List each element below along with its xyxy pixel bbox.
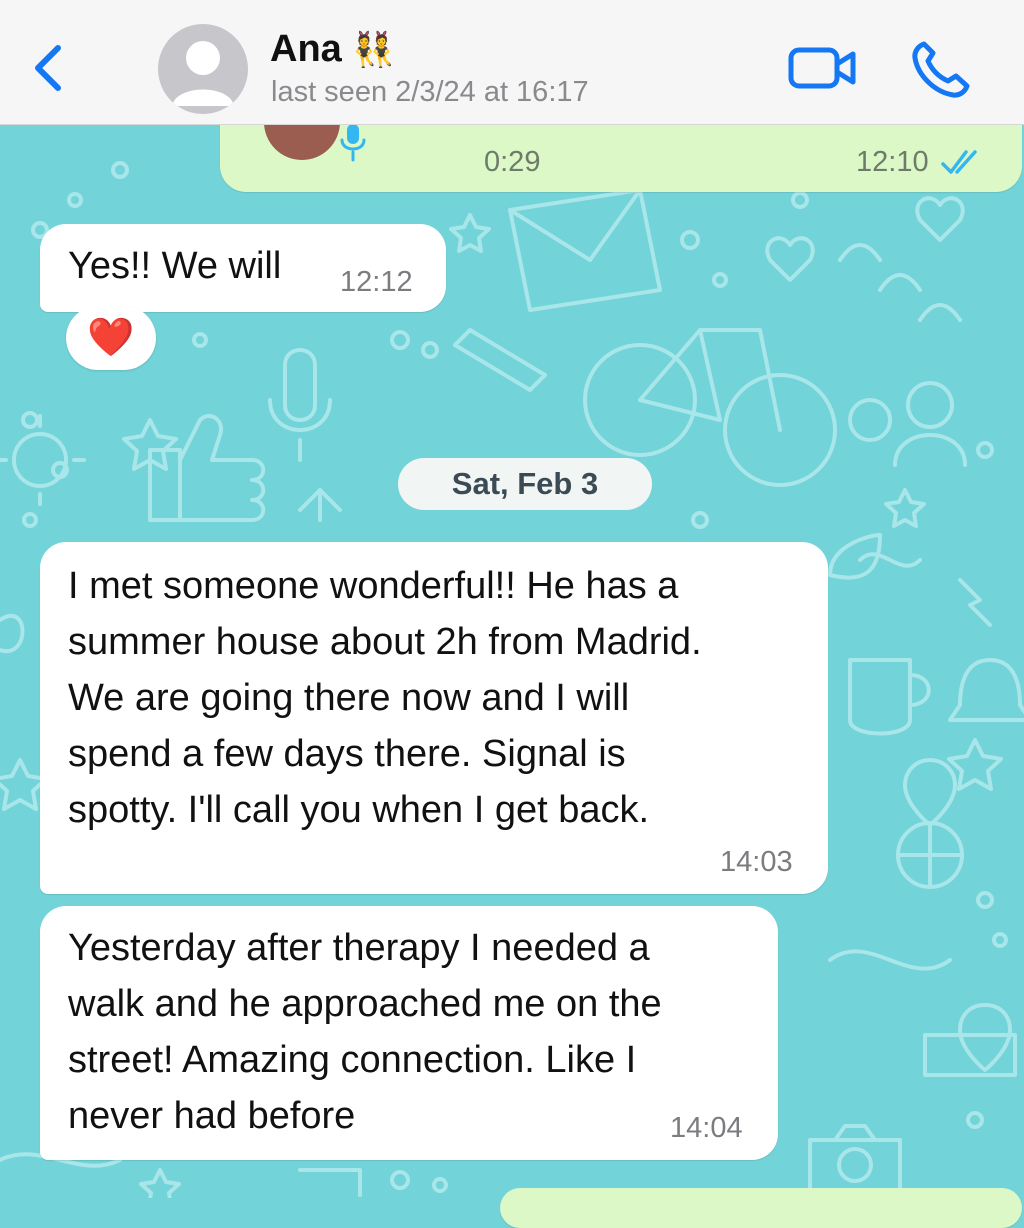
double-check-icon — [941, 150, 977, 174]
date-separator: Sat, Feb 3 — [398, 458, 652, 510]
message-time: 12:10 — [856, 146, 929, 178]
person-icon — [172, 41, 234, 106]
video-camera-icon[interactable] — [786, 44, 858, 92]
chat-header: Ana 👯 last seen 2/3/24 at 16:17 — [0, 0, 1024, 125]
message-line: Yesterday after therapy I needed a — [68, 927, 650, 969]
contact-name[interactable]: Ana 👯 — [270, 28, 395, 71]
name-emoji: 👯 — [352, 31, 395, 69]
message-text: Yesterday after therapy I needed a walk … — [68, 920, 662, 1144]
message-line: street! Amazing connection. Like I — [68, 1039, 637, 1081]
next-message-bubble-partial — [500, 1188, 1022, 1228]
message-bubble[interactable]: Yesterday after therapy I needed a walk … — [40, 906, 778, 1160]
message-time: 14:04 — [670, 1112, 743, 1144]
phone-icon[interactable] — [910, 38, 974, 98]
last-seen-status: last seen 2/3/24 at 16:17 — [271, 76, 589, 108]
avatar[interactable] — [158, 24, 248, 114]
message-line: spotty. I'll call you when I get back. — [68, 789, 650, 831]
voice-duration: 0:29 — [484, 146, 541, 178]
message-line: summer house about 2h from Madrid. — [68, 621, 702, 663]
message-line: I met someone wonderful!! He has a — [68, 565, 679, 607]
contact-name-text: Ana — [270, 28, 342, 70]
message-bubble[interactable]: I met someone wonderful!! He has a summe… — [40, 542, 828, 894]
message-bubble[interactable]: Yes!! We will 12:12 — [40, 224, 446, 312]
message-line: walk and he approached me on the — [68, 983, 662, 1025]
heart-reaction[interactable]: ❤️ — [66, 306, 156, 370]
message-time: 14:03 — [720, 846, 793, 878]
microphone-icon — [340, 124, 366, 162]
message-line: We are going there now and I will — [68, 677, 630, 719]
message-time: 12:12 — [340, 266, 413, 298]
chevron-left-icon[interactable] — [24, 38, 74, 98]
message-text: I met someone wonderful!! He has a summe… — [68, 558, 702, 838]
message-line: spend a few days there. Signal is — [68, 733, 626, 775]
message-line: never had before — [68, 1095, 356, 1137]
message-text: Yes!! We will — [68, 245, 282, 287]
